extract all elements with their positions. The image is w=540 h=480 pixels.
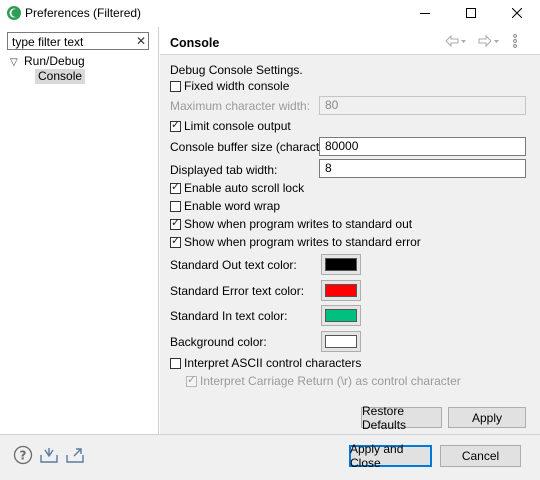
limit-output-checkbox-row[interactable]: ✓ Limit console output (170, 118, 291, 134)
forward-arrow-icon (478, 35, 499, 47)
show-stderr-checkbox[interactable]: ✓ (170, 235, 181, 248)
interpret-cr-checkbox-row: ✓ Interpret Carriage Return (\r) as cont… (186, 373, 461, 389)
show-stdout-checkbox-row[interactable]: ✓ Show when program writes to standard o… (170, 216, 412, 232)
export-button[interactable] (64, 444, 86, 466)
stdout-color-label: Standard Out text color: (170, 258, 297, 272)
maximize-icon (466, 8, 476, 18)
tree-item-console[interactable]: Console (35, 69, 86, 84)
eclipse-app-icon (6, 5, 22, 21)
word-wrap-checkbox-row[interactable]: Enable word wrap (170, 198, 280, 214)
maximize-button[interactable] (448, 0, 494, 26)
interpret-ascii-label: Interpret ASCII control characters (184, 356, 362, 370)
cancel-button[interactable]: Cancel (440, 445, 521, 467)
limit-output-checkbox[interactable]: ✓ (170, 119, 181, 132)
word-wrap-label: Enable word wrap (184, 199, 281, 213)
back-arrow-icon (445, 35, 466, 47)
page-title: Console (170, 36, 220, 50)
tree-item-run-debug[interactable]: ▽ Run/Debug (10, 54, 85, 70)
fixed-width-label: Fixed width console (184, 79, 290, 93)
background-color-swatch (325, 335, 357, 348)
show-stderr-checkbox-row[interactable]: ✓ Show when program writes to standard e… (170, 234, 421, 250)
more-vertical-icon (513, 34, 517, 48)
stderr-color-button[interactable] (321, 280, 361, 301)
import-icon (40, 448, 58, 463)
show-stdout-checkbox[interactable]: ✓ (170, 217, 181, 230)
chevron-down-icon[interactable]: ▽ (10, 57, 24, 68)
restore-defaults-button[interactable]: Restore Defaults (361, 404, 442, 432)
filter-input-value: type filter text (12, 35, 84, 49)
interpret-cr-checkbox: ✓ (186, 373, 197, 387)
filter-input[interactable]: type filter text ✕ (7, 32, 149, 50)
interpret-cr-label: Interpret Carriage Return (\r) as contro… (200, 374, 461, 388)
buffer-size-field[interactable]: 80000 (319, 137, 526, 156)
view-menu-button[interactable] (510, 33, 520, 49)
show-stdout-label: Show when program writes to standard out (184, 217, 413, 231)
back-navigation-button[interactable] (445, 33, 467, 49)
tab-width-field[interactable]: 8 (319, 159, 526, 178)
stderr-color-label: Standard Error text color: (170, 284, 305, 298)
forward-navigation-button[interactable] (478, 33, 500, 49)
max-char-width-field: 80 (319, 96, 526, 115)
navigation-panel (0, 27, 159, 434)
auto-scroll-label: Enable auto scroll lock (184, 181, 305, 195)
svg-text:?: ? (20, 449, 27, 463)
interpret-ascii-checkbox[interactable] (170, 357, 181, 369)
stdout-color-button[interactable] (321, 254, 361, 275)
fixed-width-checkbox[interactable] (170, 80, 181, 92)
close-button[interactable] (494, 0, 540, 26)
interpret-ascii-checkbox-row[interactable]: Interpret ASCII control characters (170, 355, 361, 371)
stdin-color-label: Standard In text color: (170, 309, 288, 323)
stdin-color-button[interactable] (321, 305, 361, 326)
page-description: Debug Console Settings. (170, 63, 303, 77)
show-stderr-label: Show when program writes to standard err… (184, 235, 421, 249)
tree-item-label: Console (38, 69, 83, 83)
tree-item-label: Run/Debug (24, 54, 85, 68)
import-button[interactable] (38, 444, 60, 466)
fixed-width-checkbox-row[interactable]: Fixed width console (170, 78, 289, 94)
help-icon: ? (13, 445, 33, 465)
stderr-color-swatch (325, 284, 357, 297)
tab-width-label: Displayed tab width: (170, 163, 278, 177)
help-button[interactable]: ? (12, 444, 34, 466)
stdout-color-swatch (325, 258, 357, 271)
apply-button[interactable]: Apply (448, 407, 526, 428)
background-color-label: Background color: (170, 335, 267, 349)
max-char-width-label: Maximum character width: (170, 99, 311, 113)
buffer-size-label: Console buffer size (characters): (170, 140, 344, 154)
export-icon (66, 448, 84, 463)
clear-filter-icon[interactable]: ✕ (134, 33, 148, 49)
minimize-button[interactable] (402, 0, 448, 26)
stdin-color-swatch (325, 309, 357, 322)
apply-and-close-button[interactable]: Apply and Close (349, 442, 432, 470)
minimize-icon (420, 13, 430, 14)
auto-scroll-checkbox-row[interactable]: ✓ Enable auto scroll lock (170, 180, 304, 196)
close-icon (512, 8, 522, 18)
limit-output-label: Limit console output (184, 119, 291, 133)
word-wrap-checkbox[interactable] (170, 200, 181, 212)
window-title: Preferences (Filtered) (25, 6, 142, 20)
background-color-button[interactable] (321, 331, 361, 352)
auto-scroll-checkbox[interactable]: ✓ (170, 181, 181, 194)
